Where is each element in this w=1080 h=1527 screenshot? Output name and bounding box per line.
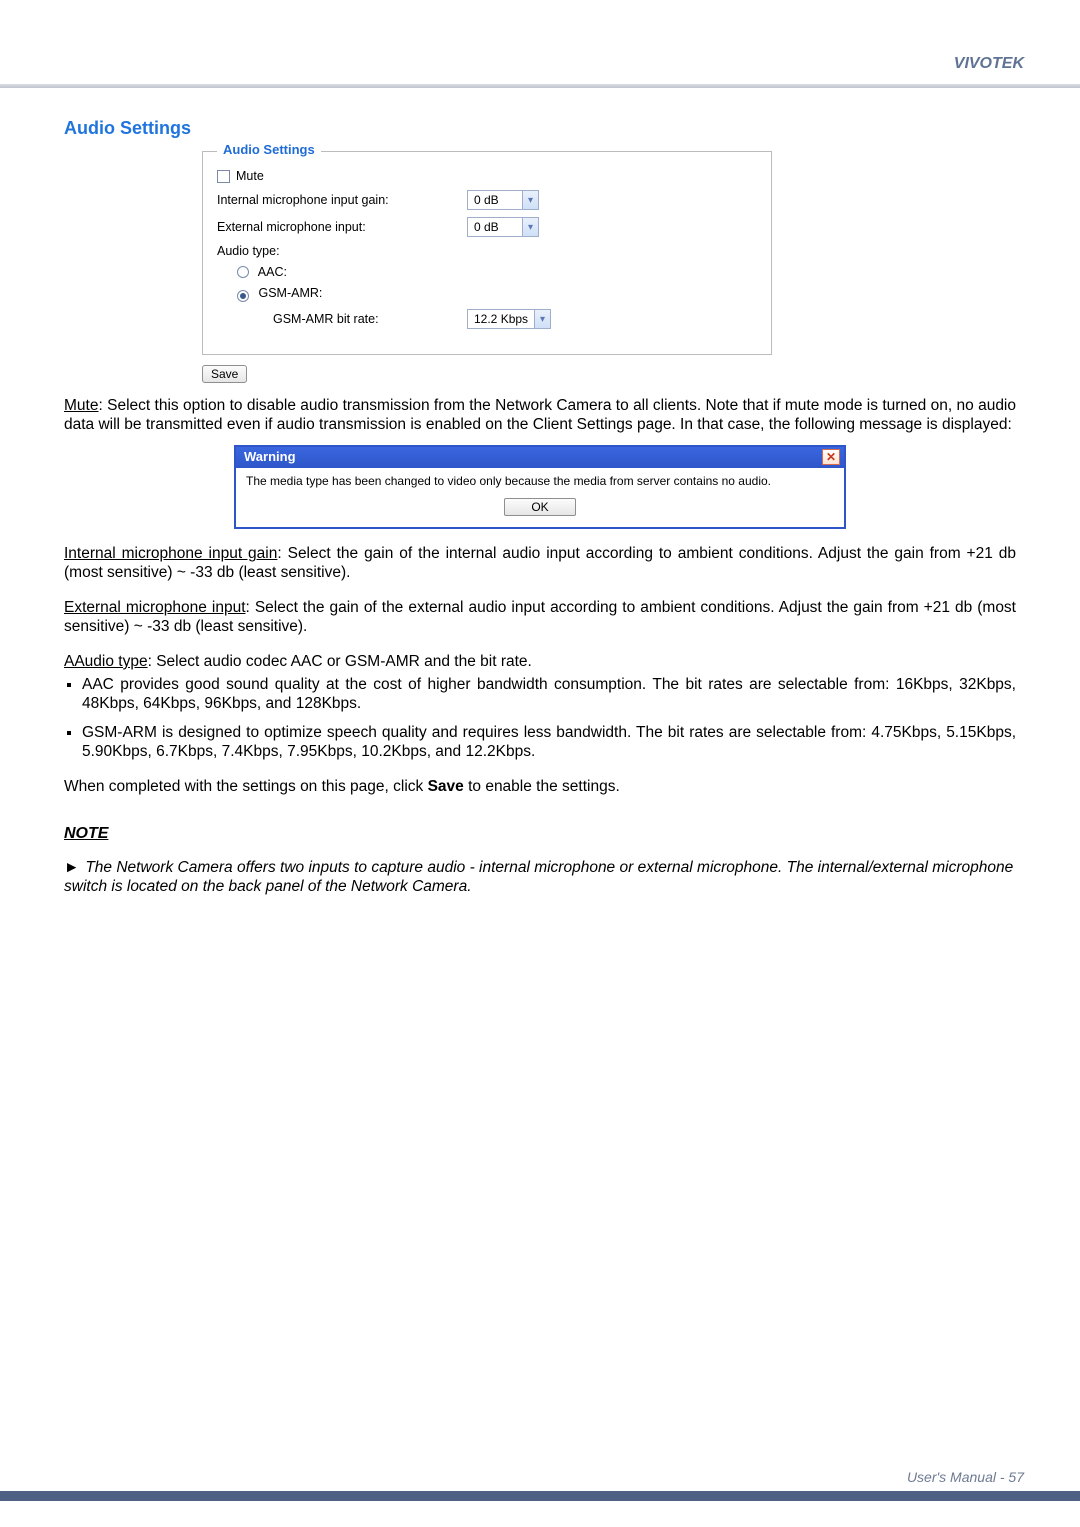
mute-row: Mute [217,169,757,183]
fieldset-legend: Audio Settings [217,142,321,157]
description-block: Mute: Select this option to disable audi… [64,397,1016,897]
aac-row: AAC: [217,265,757,279]
warning-titlebar: Warning ✕ [236,447,844,468]
warning-message: The media type has been changed to video… [236,468,844,499]
audio-type-label: Audio type: [217,244,467,258]
save-hint-post: to enable the settings. [464,778,620,795]
note-text: The Network Camera offers two inputs to … [64,859,1013,895]
brand-label: VIVOTEK [954,55,1024,73]
external-gain-term: External microphone input [64,599,246,616]
internal-gain-term: Internal microphone input gain [64,545,277,562]
chevron-down-icon: ▾ [535,309,551,329]
save-hint-pre: When completed with the settings on this… [64,778,428,795]
page-footer: User's Manual - 57 [907,1469,1024,1485]
close-icon[interactable]: ✕ [822,449,840,465]
mute-text: : Select this option to disable audio tr… [64,397,1016,433]
header-divider [0,84,1080,88]
chevron-down-icon: ▾ [523,217,539,237]
content-area: Audio Settings Audio Settings Mute Inter… [64,118,1016,897]
external-gain-select[interactable]: 0 dB ▾ [467,217,539,237]
document-page: VIVOTEK Audio Settings Audio Settings Mu… [0,0,1080,1527]
external-gain-row: External microphone input: 0 dB ▾ [217,217,757,237]
footer-label: User's Manual - [907,1469,1008,1485]
save-button[interactable]: Save [202,365,247,383]
mute-label: Mute [236,169,264,183]
note-body: ►The Network Camera offers two inputs to… [64,858,1016,897]
external-gain-value: 0 dB [467,217,523,237]
gsmamr-bitrate-row: GSM-AMR bit rate: 12.2 Kbps ▾ [217,309,757,329]
mute-term: Mute [64,397,98,414]
footer-bar [0,1491,1080,1501]
page-number: 57 [1008,1469,1024,1485]
internal-gain-value: 0 dB [467,190,523,210]
gsmamr-row: GSM-AMR: [217,286,757,302]
warning-dialog: Warning ✕ The media type has been change… [234,445,846,530]
gsmamr-radio[interactable] [237,290,249,302]
gsm-bullet: GSM-ARM is designed to optimize speech q… [82,724,1016,762]
internal-gain-row: Internal microphone input gain: 0 dB ▾ [217,190,757,210]
audio-type-row: Audio type: [217,244,757,258]
codec-bullet-list: AAC provides good sound quality at the c… [64,676,1016,762]
mute-checkbox[interactable] [217,170,230,183]
internal-gain-select[interactable]: 0 dB ▾ [467,190,539,210]
gsmamr-bitrate-select[interactable]: 12.2 Kbps ▾ [467,309,551,329]
warning-title: Warning [244,449,296,465]
gsmamr-bitrate-label: GSM-AMR bit rate: [217,312,467,326]
aac-radio[interactable] [237,266,249,278]
gsmamr-label: GSM-AMR: [258,286,322,300]
audio-type-term: AAudio type [64,653,148,670]
note-heading: NOTE [64,824,1016,844]
chevron-down-icon: ▾ [523,190,539,210]
external-gain-label: External microphone input: [217,220,467,234]
internal-gain-label: Internal microphone input gain: [217,193,467,207]
aac-bullet: AAC provides good sound quality at the c… [82,676,1016,714]
triangle-icon: ► [64,858,79,877]
aac-label: AAC: [258,265,287,279]
ok-button[interactable]: OK [504,498,575,516]
section-title: Audio Settings [64,118,1016,139]
audio-settings-fieldset: Audio Settings Mute Internal microphone … [202,151,772,355]
save-hint-bold: Save [428,778,464,795]
audio-type-text: : Select audio codec AAC or GSM-AMR and … [148,653,532,670]
gsmamr-bitrate-value: 12.2 Kbps [467,309,535,329]
settings-screenshot: Audio Settings Mute Internal microphone … [202,151,772,383]
